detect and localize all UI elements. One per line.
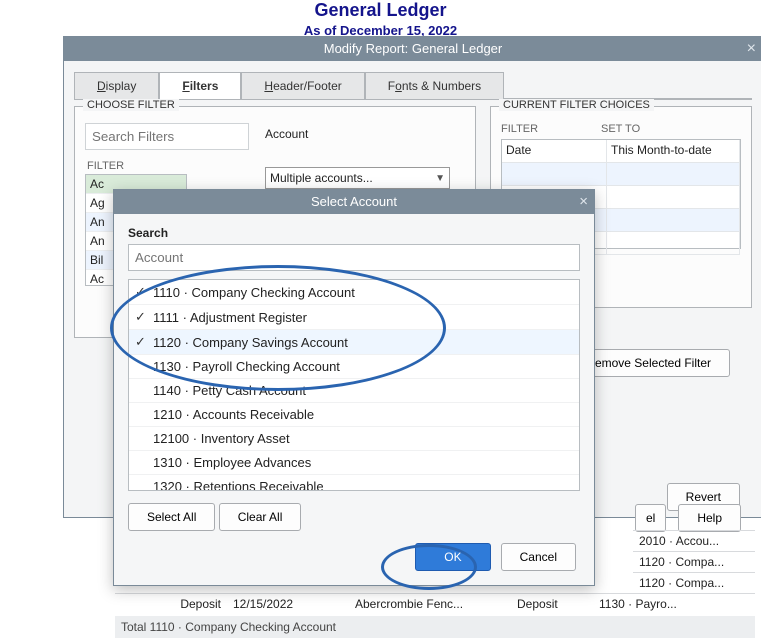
checkmark-icon: ✓	[135, 284, 153, 300]
account-label: 1130 · Payroll Checking Account	[153, 359, 340, 374]
tx-type: Deposit	[115, 597, 227, 611]
account-label: 1140 · Petty Cash Account	[153, 383, 306, 398]
account-list-item[interactable]: 12100 · Inventory Asset	[129, 427, 579, 451]
tx-total-row: Total 1110 · Company Checking Account	[115, 616, 755, 638]
account-label: 1111 · Adjustment Register	[153, 310, 307, 325]
account-label: 1310 · Employee Advances	[153, 455, 311, 470]
select-account-title-text: Select Account	[311, 194, 397, 209]
report-title: General Ledger	[0, 0, 761, 21]
account-list-item[interactable]: ✓1110 · Company Checking Account	[129, 280, 579, 305]
account-search-input[interactable]	[128, 244, 580, 271]
account-list-item[interactable]: 1320 · Retentions Receivable	[129, 475, 579, 491]
account-list-item[interactable]: 1210 · Accounts Receivable	[129, 403, 579, 427]
checkmark-icon: ✓	[135, 334, 153, 350]
account-list-item[interactable]: ✓1111 · Adjustment Register	[129, 305, 579, 330]
choice-filter-value[interactable]: This Month-to-date	[607, 140, 740, 163]
cancel-button[interactable]: Cancel	[501, 543, 576, 571]
select-account-window: Select Account × Search ✓1110 · Company …	[113, 189, 595, 586]
tx-type2: Deposit	[511, 597, 593, 611]
choices-header-setto: SET TO	[601, 123, 640, 135]
ok-button[interactable]: OK	[415, 543, 490, 571]
tab-filters[interactable]: Filters	[159, 72, 241, 99]
account-label: 1320 · Retentions Receivable	[153, 479, 324, 491]
filter-account-label: Account	[265, 127, 450, 141]
cancel-button-bg[interactable]: el	[635, 504, 666, 532]
filter-list-header: FILTER	[87, 160, 249, 172]
chevron-down-icon: ▼	[435, 173, 445, 184]
account-label: 1120 · Company Savings Account	[153, 335, 348, 350]
account-label: 1210 · Accounts Receivable	[153, 407, 314, 422]
tx-name: Abercrombie Fenc...	[349, 597, 511, 611]
account-label: 12100 · Inventory Asset	[153, 431, 290, 446]
help-button[interactable]: Help	[678, 504, 741, 532]
tab-strip: DDisplayisplay Filters Header/Footer Fon…	[74, 71, 752, 100]
account-label: 1110 · Company Checking Account	[153, 285, 355, 300]
account-list-item[interactable]: 1130 · Payroll Checking Account	[129, 355, 579, 379]
search-label: Search	[128, 226, 580, 240]
tab-fonts-numbers[interactable]: Fonts & Numbers	[365, 72, 504, 99]
choice-filter-name[interactable]: Date	[502, 140, 607, 163]
tx-cell: 1120 · Compa...	[633, 572, 755, 593]
tab-display[interactable]: DDisplayisplay	[74, 72, 159, 99]
choices-header-filter: FILTER	[501, 123, 601, 135]
clear-all-button[interactable]: Clear All	[219, 503, 302, 531]
tx-acct: 1130 · Payro...	[593, 597, 715, 611]
account-combo-value: Multiple accounts...	[270, 171, 373, 185]
modify-report-title-text: Modify Report: General Ledger	[324, 41, 502, 56]
tx-date: 12/15/2022	[227, 597, 349, 611]
search-filters-input[interactable]	[85, 123, 249, 150]
choose-filter-legend: CHOOSE FILTER	[83, 99, 179, 111]
checkmark-icon: ✓	[135, 309, 153, 325]
modify-report-titlebar: Modify Report: General Ledger ×	[64, 37, 761, 61]
select-all-button[interactable]: Select All	[128, 503, 215, 531]
select-account-titlebar: Select Account ×	[114, 190, 594, 214]
account-list-item[interactable]: ✓1120 · Company Savings Account	[129, 330, 579, 355]
current-filter-choices-legend: CURRENT FILTER CHOICES	[499, 99, 654, 111]
tab-header-footer[interactable]: Header/Footer	[241, 72, 364, 99]
account-list-item[interactable]: 1310 · Employee Advances	[129, 451, 579, 475]
account-combo[interactable]: Multiple accounts... ▼	[265, 167, 450, 189]
account-list-item[interactable]: 1140 · Petty Cash Account	[129, 379, 579, 403]
tx-cell: 2010 · Accou...	[633, 530, 755, 551]
close-icon[interactable]: ×	[579, 190, 588, 214]
close-icon[interactable]: ×	[747, 37, 756, 61]
account-list[interactable]: ✓1110 · Company Checking Account✓1111 · …	[128, 279, 580, 491]
tx-cell: 1120 · Compa...	[633, 551, 755, 572]
